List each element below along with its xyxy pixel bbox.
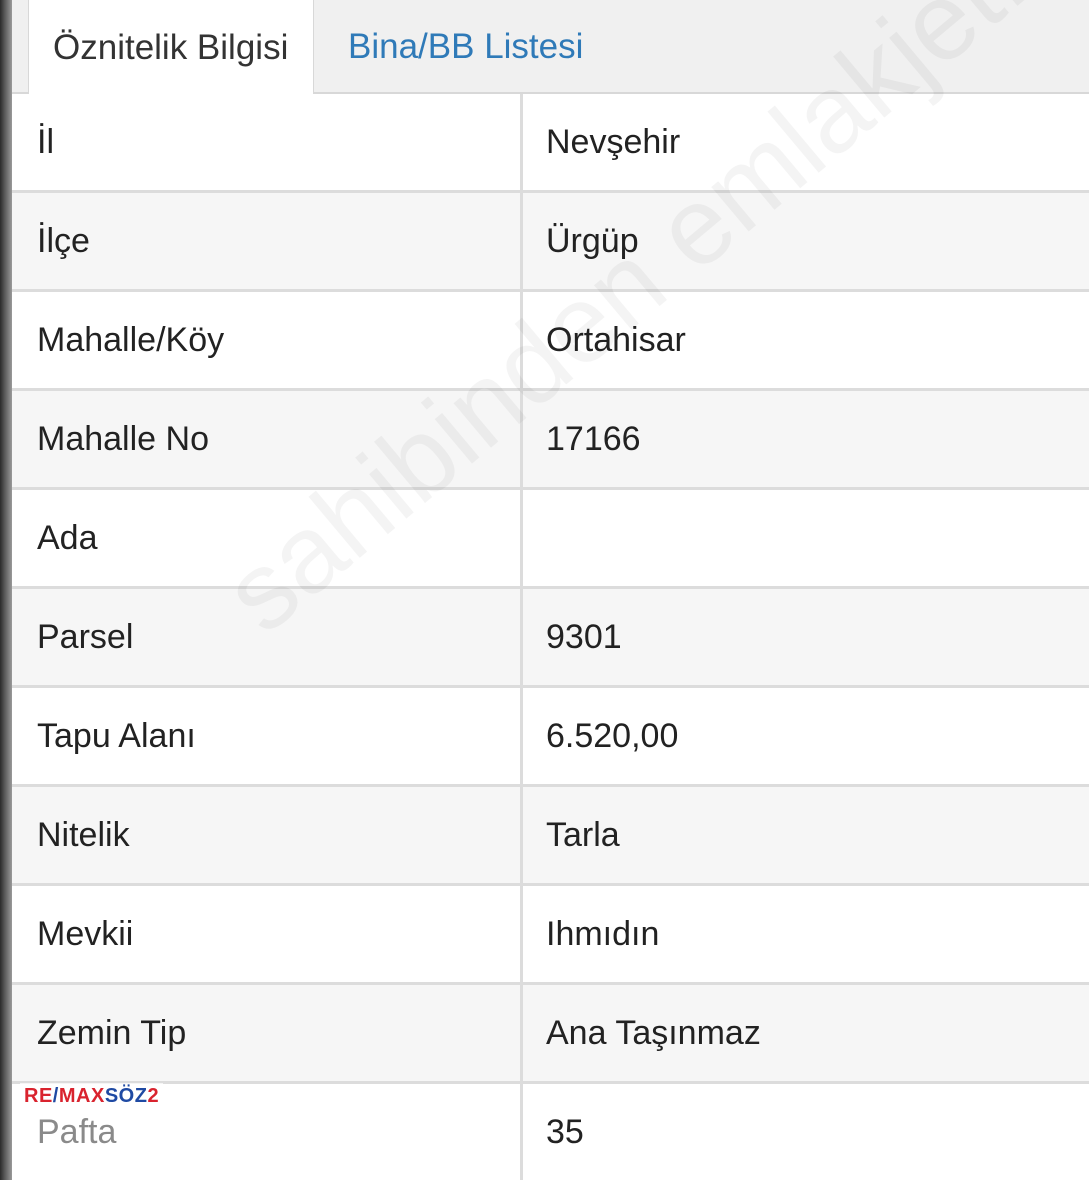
row-value: Ana Taşınmaz bbox=[546, 1013, 761, 1052]
attribute-table: İl Nevşehir İlçe Ürgüp Mahalle/Köy Ortah… bbox=[12, 94, 1089, 1180]
table-row: Mahalle No 17166 bbox=[12, 391, 1089, 490]
row-label: Zemin Tip bbox=[12, 985, 523, 1081]
row-label: Mahalle/Köy bbox=[12, 292, 523, 388]
background-edge bbox=[0, 0, 12, 1180]
row-value: Nevşehir bbox=[546, 122, 681, 161]
table-row: Mahalle/Köy Ortahisar bbox=[12, 292, 1089, 391]
row-label: Parsel bbox=[12, 589, 523, 685]
row-label: Mevkii bbox=[12, 886, 523, 982]
table-row: Ada bbox=[12, 490, 1089, 589]
table-row: Zemin Tip Ana Taşınmaz bbox=[12, 985, 1089, 1084]
row-value: 9301 bbox=[546, 617, 622, 656]
row-label: Nitelik bbox=[12, 787, 523, 883]
table-row: Tapu Alanı 6.520,00 bbox=[12, 688, 1089, 787]
tab-building-list[interactable]: Bina/BB Listesi bbox=[348, 0, 583, 94]
logo-max: MAX bbox=[58, 1085, 105, 1107]
row-value: Tarla bbox=[546, 815, 620, 854]
row-label: Tapu Alanı bbox=[12, 688, 523, 784]
row-value: 6.520,00 bbox=[546, 716, 679, 755]
table-row: Nitelik Tarla bbox=[12, 787, 1089, 886]
logo-re: RE bbox=[24, 1085, 53, 1107]
tab-label: Öznitelik Bilgisi bbox=[53, 28, 289, 67]
row-value: 17166 bbox=[546, 419, 641, 458]
row-label: İl bbox=[12, 94, 523, 190]
table-row: İl Nevşehir bbox=[12, 94, 1089, 193]
row-value bbox=[523, 490, 1089, 586]
logo-soz: SÖZ bbox=[104, 1085, 148, 1107]
tab-label: Bina/BB Listesi bbox=[348, 27, 584, 66]
row-value: Ürgüp bbox=[546, 221, 639, 260]
tab-attribute-info[interactable]: Öznitelik Bilgisi bbox=[28, 0, 314, 96]
table-row: Mevkii Ihmıdın bbox=[12, 886, 1089, 985]
row-label: Ada bbox=[12, 490, 523, 586]
logo-two: 2 bbox=[147, 1085, 160, 1107]
tab-bar: Öznitelik Bilgisi Bina/BB Listesi bbox=[12, 0, 1089, 96]
row-value: Ihmıdın bbox=[546, 914, 660, 953]
row-value: 35 bbox=[546, 1112, 584, 1151]
remax-logo: RE/MAXSÖZ2 bbox=[20, 1083, 164, 1110]
row-value: Ortahisar bbox=[546, 320, 686, 359]
row-label: İlçe bbox=[12, 193, 523, 289]
table-row: Parsel 9301 bbox=[12, 589, 1089, 688]
table-row: Pafta 35 bbox=[12, 1084, 1089, 1180]
table-row: İlçe Ürgüp bbox=[12, 193, 1089, 292]
row-label: Mahalle No bbox=[12, 391, 523, 487]
attribute-panel: Öznitelik Bilgisi Bina/BB Listesi İl Nev… bbox=[0, 0, 1089, 1180]
